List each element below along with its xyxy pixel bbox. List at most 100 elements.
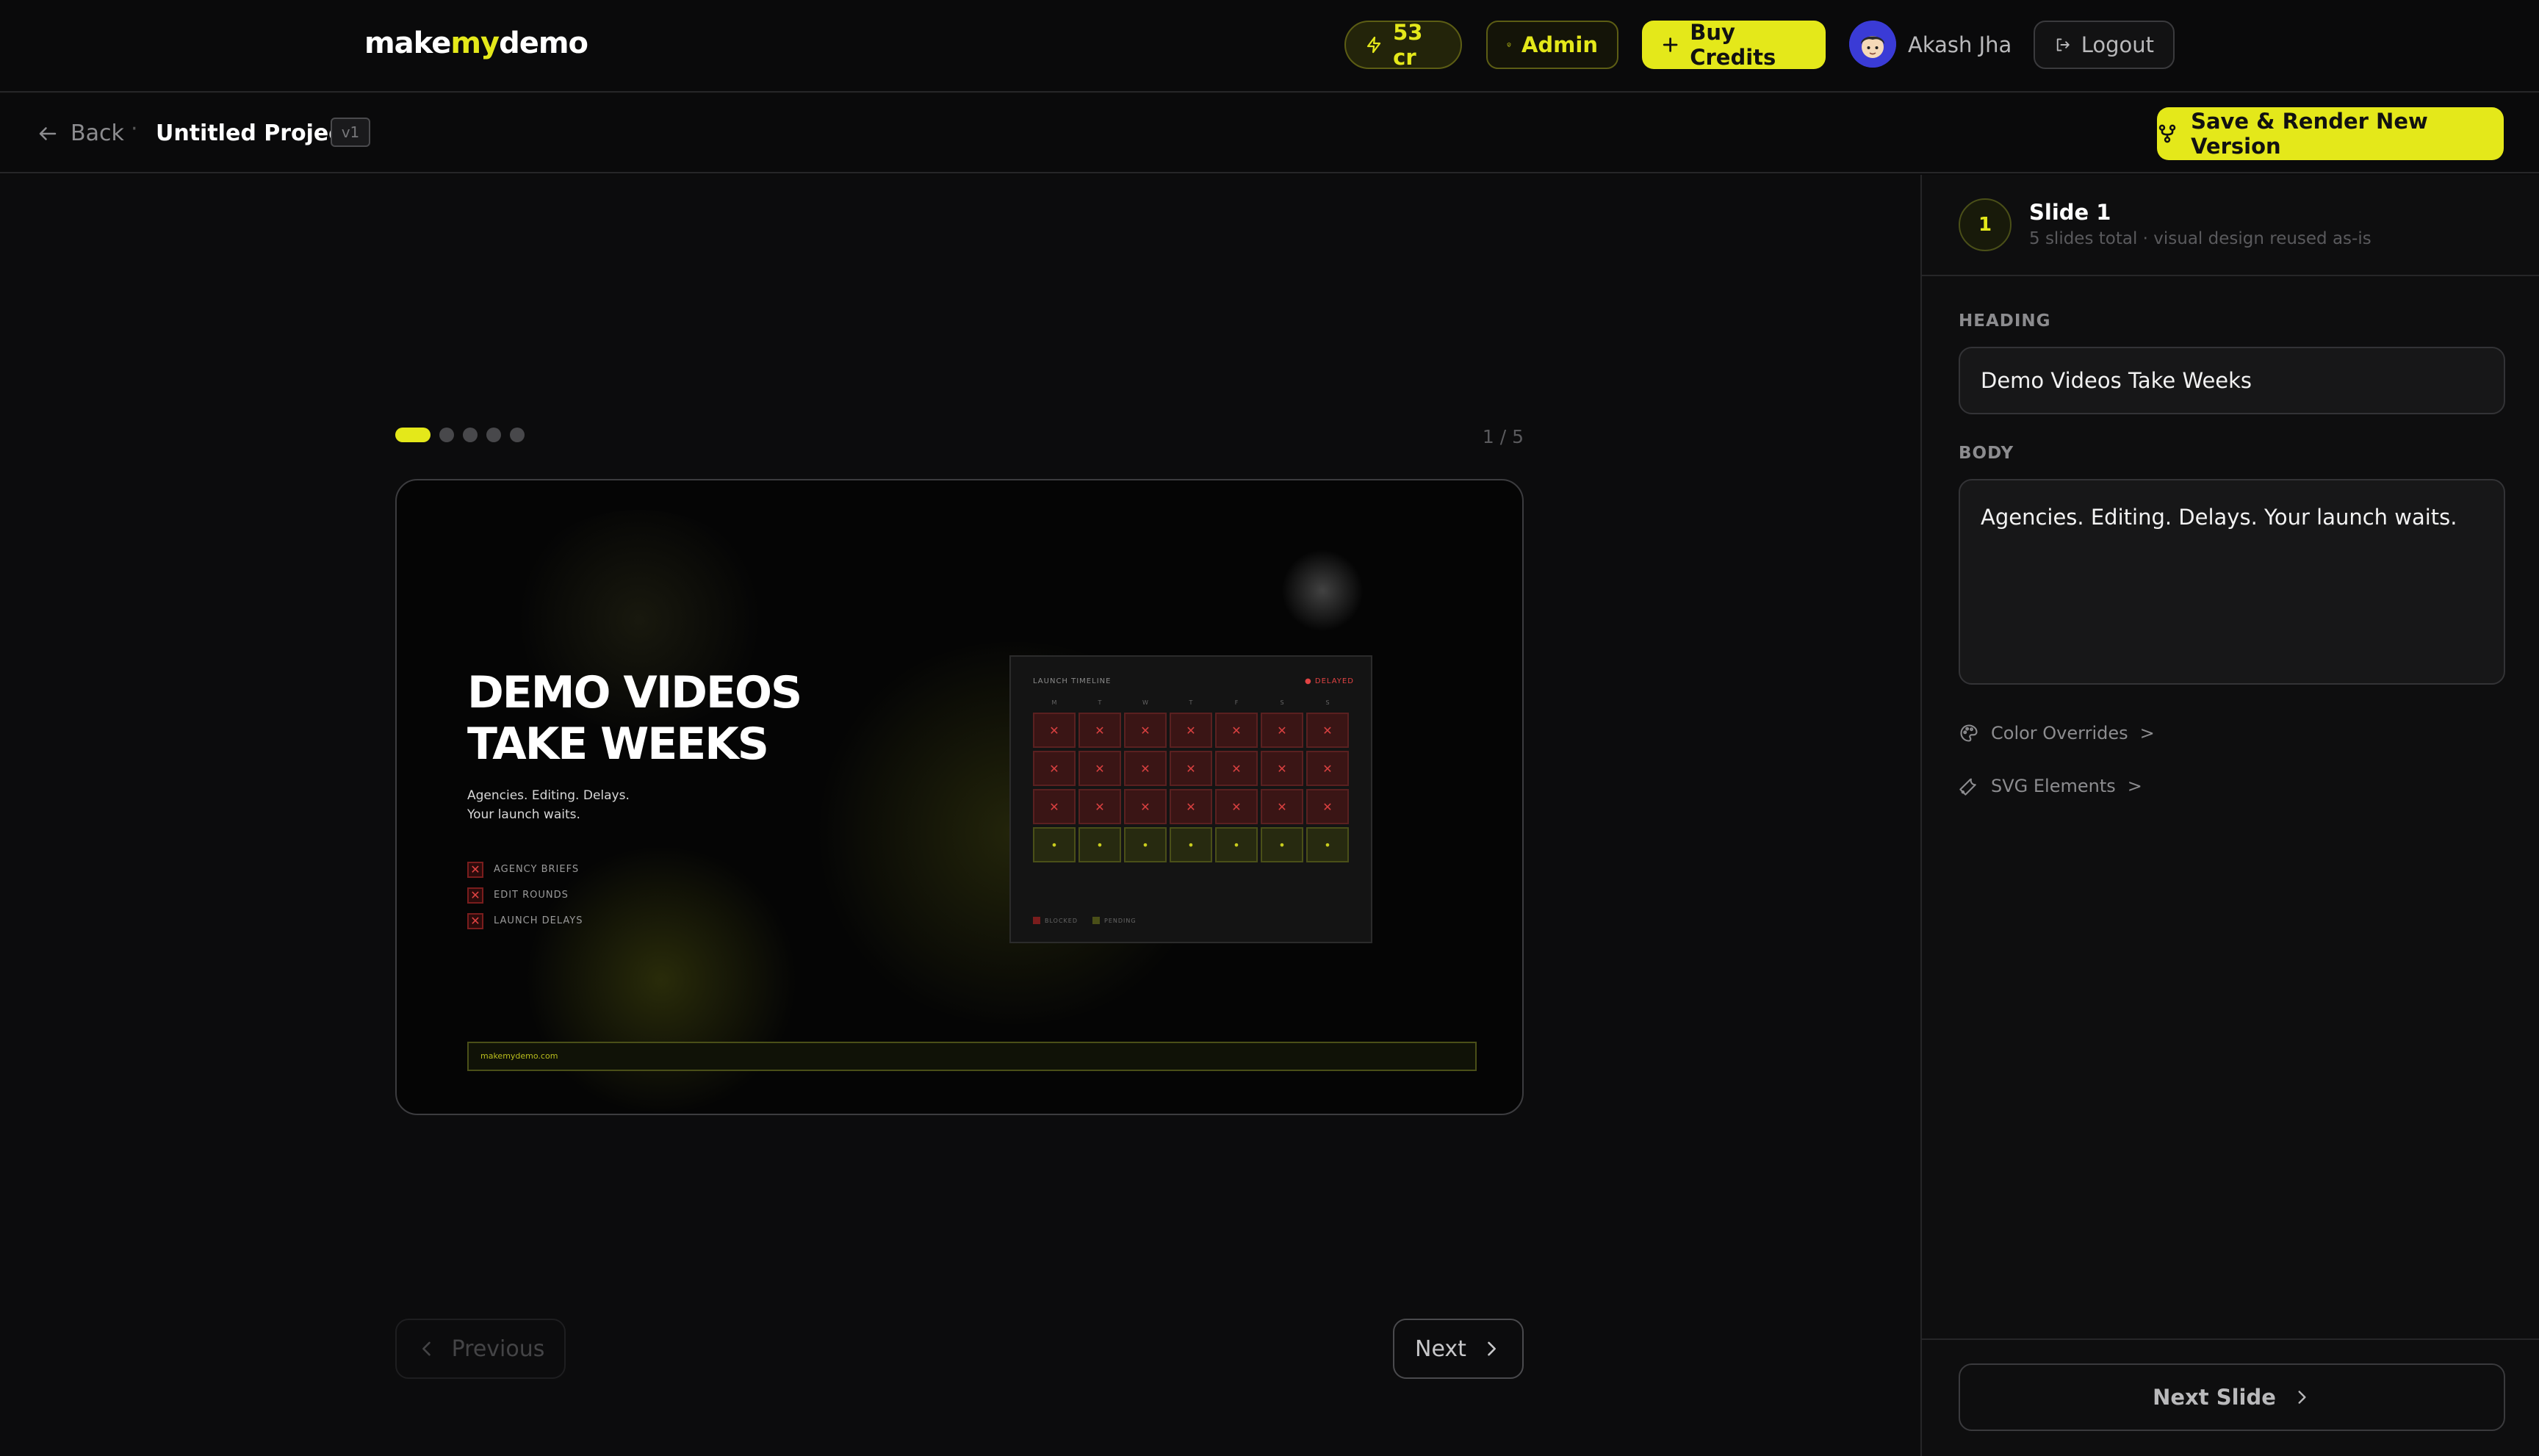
x-icon: ✕ xyxy=(467,887,483,904)
legend-swatch xyxy=(1092,917,1101,924)
project-toolbar: Back · Untitled Project v1 Save & Render… xyxy=(0,94,2539,173)
slide-heading: DEMO VIDEOS TAKE WEEKS xyxy=(467,667,908,770)
next-button[interactable]: Next xyxy=(1393,1319,1524,1379)
slide-heading-line: TAKE WEEKS xyxy=(467,718,769,770)
shield-icon xyxy=(1507,43,1511,47)
progress-dot-5[interactable] xyxy=(510,428,525,442)
panel-header: 1 Slide 1 5 slides total · visual design… xyxy=(1922,175,2539,276)
progress-dot-3[interactable] xyxy=(463,428,478,442)
chevron-left-icon xyxy=(422,1341,431,1356)
app-logo[interactable]: makemydemo xyxy=(364,26,588,60)
blocked-cell: ✕ xyxy=(1215,751,1258,786)
legend-swatch xyxy=(1033,917,1040,924)
heading-label: HEADING xyxy=(1959,311,2051,331)
plus-icon xyxy=(1663,37,1678,52)
blocked-cell: ✕ xyxy=(1306,713,1349,748)
blocked-cell: ✕ xyxy=(1261,713,1303,748)
admin-label: Admin xyxy=(1521,32,1598,57)
progress-dot-2[interactable] xyxy=(439,428,454,442)
blocked-cell: ✕ xyxy=(1124,751,1167,786)
previous-label: Previous xyxy=(451,1336,545,1362)
chevron-right-icon xyxy=(1488,1341,1496,1356)
day-header: T xyxy=(1189,699,1193,706)
heading-input[interactable] xyxy=(1959,347,2505,414)
user-name[interactable]: Akash Jha xyxy=(1908,32,2012,57)
color-overrides-toggle[interactable]: Color Overrides > xyxy=(1959,723,2155,743)
svg-elements-toggle[interactable]: SVG Elements > xyxy=(1959,776,2142,796)
buy-credits-button[interactable]: Buy Credits xyxy=(1642,20,1826,70)
credits-badge[interactable]: 53 cr xyxy=(1344,20,1462,70)
progress-dot-4[interactable] xyxy=(486,428,501,442)
slide-canvas: DEMO VIDEOS TAKE WEEKS Agencies. Editing… xyxy=(395,479,1524,1115)
chevron-right-icon xyxy=(2298,1391,2306,1404)
branch-icon xyxy=(2158,124,2176,143)
slide-body: Agencies. Editing. Delays. Your launch w… xyxy=(467,786,688,824)
slide-heading-line: DEMO VIDEOS xyxy=(467,667,802,718)
timeline-status: ● DELAYED xyxy=(1305,677,1354,685)
blocked-cell: ✕ xyxy=(1124,789,1167,824)
admin-button[interactable]: Admin xyxy=(1486,21,1618,69)
blocked-cell: ✕ xyxy=(1261,789,1303,824)
previous-button[interactable]: Previous xyxy=(395,1319,566,1379)
legend-blocked: BLOCKED xyxy=(1033,917,1078,924)
svg-elements-label: SVG Elements xyxy=(1991,776,2116,796)
logout-label: Logout xyxy=(2081,32,2154,57)
color-overrides-label: Color Overrides xyxy=(1991,723,2128,743)
pending-cell: • xyxy=(1170,827,1212,862)
logo-accent: my xyxy=(450,26,500,60)
user-avatar[interactable] xyxy=(1849,21,1896,68)
slide-checklist: ✕ AGENCY BRIEFS ✕ EDIT ROUNDS ✕ LAUNCH D… xyxy=(467,857,583,934)
day-header: W xyxy=(1142,699,1148,706)
pending-cell: • xyxy=(1124,827,1167,862)
slide-counter: 1 / 5 xyxy=(1482,426,1524,447)
pending-cell: • xyxy=(1261,827,1303,862)
body-textarea[interactable]: Agencies. Editing. Delays. Your launch w… xyxy=(1959,479,2505,685)
slide-number-badge: 1 xyxy=(1959,198,2012,251)
slide-preview-area: 1 / 5 DEMO VIDEOS TAKE WEEKS Agencies. E… xyxy=(0,175,1920,1456)
timeline-title: LAUNCH TIMELINE xyxy=(1033,677,1112,685)
panel-footer: Next Slide xyxy=(1922,1338,2539,1456)
legend-pending: PENDING xyxy=(1092,917,1137,924)
pending-cell: • xyxy=(1078,827,1121,862)
blocked-cell: ✕ xyxy=(1033,789,1076,824)
logout-icon xyxy=(2056,38,2070,51)
slide-body-line: Agencies. Editing. Delays. xyxy=(467,788,630,803)
next-slide-button[interactable]: Next Slide xyxy=(1959,1363,2505,1431)
day-header: S xyxy=(1280,699,1284,706)
avatar-face-icon xyxy=(1849,21,1896,68)
back-button[interactable]: Back xyxy=(37,120,124,146)
breadcrumb-separator: · xyxy=(131,116,138,142)
buy-credits-label: Buy Credits xyxy=(1690,20,1776,70)
wrench-icon xyxy=(1959,778,1976,796)
timeline-grid: ✕ ✕ ✕ ✕ ✕ ✕ ✕ ✕ ✕ ✕ ✕ ✕ ✕ ✕ ✕ ✕ ✕ ✕ ✕ ✕ xyxy=(1033,713,1349,862)
logout-button[interactable]: Logout xyxy=(2034,21,2175,69)
chevron-right-icon: > xyxy=(2139,723,2155,743)
day-header: S xyxy=(1325,699,1330,706)
blocked-cell: ✕ xyxy=(1033,751,1076,786)
legend-label: PENDING xyxy=(1104,917,1137,924)
chevron-right-icon: > xyxy=(2127,776,2142,796)
blocked-cell: ✕ xyxy=(1078,789,1121,824)
arrow-left-icon xyxy=(39,126,57,140)
next-label: Next xyxy=(1415,1336,1466,1362)
blocked-cell: ✕ xyxy=(1078,751,1121,786)
credits-value: 53 cr xyxy=(1393,20,1423,70)
blocked-cell: ✕ xyxy=(1170,789,1212,824)
pending-cell: • xyxy=(1215,827,1258,862)
progress-dot-1[interactable] xyxy=(395,428,431,442)
timeline-day-headers: M T W T F S S xyxy=(1033,699,1349,706)
save-render-button[interactable]: Save & Render New Version xyxy=(2157,107,2504,160)
version-badge: v1 xyxy=(331,118,370,147)
slide-subtitle: 5 slides total · visual design reused as… xyxy=(2029,229,2371,248)
checklist-label: EDIT ROUNDS xyxy=(494,890,569,901)
body-label: BODY xyxy=(1959,444,2014,463)
top-navigation-bar: makemydemo 53 cr Admin Buy Credits Akash… xyxy=(0,0,2539,93)
checklist-item: ✕ LAUNCH DELAYS xyxy=(467,908,583,934)
blocked-cell: ✕ xyxy=(1078,713,1121,748)
launch-timeline-card: LAUNCH TIMELINE ● DELAYED M T W T F S S … xyxy=(1009,655,1372,943)
palette-icon xyxy=(1960,724,1978,742)
checklist-item: ✕ EDIT ROUNDS xyxy=(467,882,583,908)
blocked-cell: ✕ xyxy=(1170,751,1212,786)
x-icon: ✕ xyxy=(467,912,483,929)
slide-body-line: Your launch waits. xyxy=(467,807,580,822)
